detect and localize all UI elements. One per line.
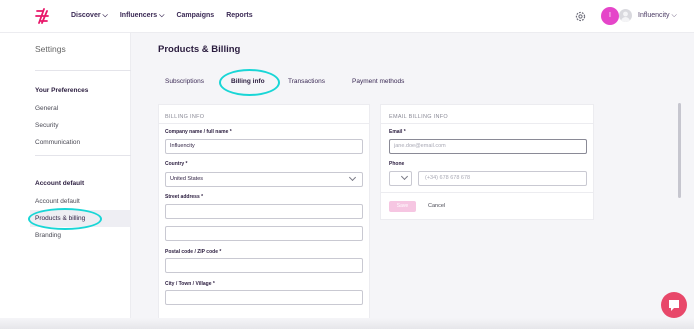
- divider: [35, 70, 131, 71]
- nav-discover[interactable]: Discover ⌵: [71, 12, 108, 20]
- save-button[interactable]: Save: [389, 201, 416, 212]
- cancel-button[interactable]: Cancel: [428, 203, 445, 209]
- influencity-logo-icon[interactable]: [34, 8, 50, 24]
- sidebar-item-security[interactable]: Security: [35, 122, 58, 129]
- divider: [380, 123, 594, 124]
- user-avatar-icon[interactable]: [619, 9, 632, 22]
- divider: [35, 155, 131, 156]
- country-label: Country *: [165, 161, 188, 167]
- highlight-circle-tab: [219, 69, 280, 96]
- tab-subscriptions[interactable]: Subscriptions: [165, 78, 204, 85]
- tab-payment-methods[interactable]: Payment methods: [352, 78, 404, 85]
- preferences-heading: Your Preferences: [35, 87, 89, 94]
- postal-code-input[interactable]: [165, 258, 363, 273]
- highlight-circle-sidebar: [28, 208, 102, 230]
- gear-icon[interactable]: [574, 10, 587, 23]
- nav-discover-label: Discover: [71, 12, 101, 19]
- postal-label: Postal code / ZIP code *: [165, 249, 222, 255]
- street-label: Street address *: [165, 194, 204, 200]
- city-label: City / Town / Village *: [165, 281, 215, 287]
- main-nav: Discover ⌵ Influencers ⌵ Campaigns Repor…: [71, 12, 253, 20]
- company-label: Company name / full name *: [165, 129, 232, 135]
- sidebar-title: Settings: [35, 44, 66, 54]
- top-bar: Discover ⌵ Influencers ⌵ Campaigns Repor…: [0, 0, 694, 33]
- sidebar-item-general[interactable]: General: [35, 105, 58, 112]
- account-avatar[interactable]: I: [601, 7, 619, 25]
- phone-input[interactable]: (+34) 678 678 678: [418, 171, 587, 186]
- bottom-edge: [0, 318, 694, 329]
- chevron-down-icon: ⌵: [671, 12, 677, 19]
- tab-transactions[interactable]: Transactions: [288, 78, 325, 85]
- country-select[interactable]: United States: [165, 172, 363, 187]
- account-name[interactable]: Influencity ⌵: [638, 12, 677, 20]
- nav-campaigns[interactable]: Campaigns: [176, 12, 214, 20]
- email-billing-heading: EMAIL BILLING INFO: [389, 114, 448, 120]
- nav-reports[interactable]: Reports: [226, 12, 252, 20]
- page-title: Products & Billing: [158, 44, 241, 55]
- street-address-line2-input[interactable]: [165, 226, 363, 241]
- chevron-down-icon: ⌵: [159, 12, 165, 19]
- chat-bubble-icon: [669, 300, 679, 311]
- sidebar-item-communication[interactable]: Communication: [35, 139, 80, 146]
- company-input[interactable]: Influencity: [165, 139, 363, 154]
- nav-influencers-label: Influencers: [119, 12, 158, 19]
- settings-sidebar: Settings Your Preferences General Securi…: [0, 33, 131, 329]
- chevron-down-icon: ⌵: [102, 12, 108, 19]
- divider: [158, 123, 370, 124]
- street-address-input[interactable]: [165, 204, 363, 219]
- billing-info-heading: BILLING INFO: [165, 114, 205, 120]
- city-input[interactable]: [165, 290, 363, 305]
- account-default-heading: Account default: [35, 180, 85, 187]
- sidebar-item-branding[interactable]: Branding: [35, 232, 61, 239]
- account-name-label: Influencity: [638, 12, 670, 19]
- email-input[interactable]: jane.doe@email.com: [389, 139, 587, 154]
- scrollbar[interactable]: [678, 103, 681, 198]
- nav-influencers[interactable]: Influencers ⌵: [120, 12, 165, 20]
- country-value: United States: [170, 176, 204, 182]
- divider: [380, 192, 594, 193]
- email-label: Email *: [389, 129, 406, 135]
- phone-country-select[interactable]: [389, 171, 412, 186]
- sidebar-item-account-default[interactable]: Account default: [35, 198, 80, 205]
- phone-label: Phone: [389, 161, 405, 167]
- chat-support-button[interactable]: [661, 292, 687, 318]
